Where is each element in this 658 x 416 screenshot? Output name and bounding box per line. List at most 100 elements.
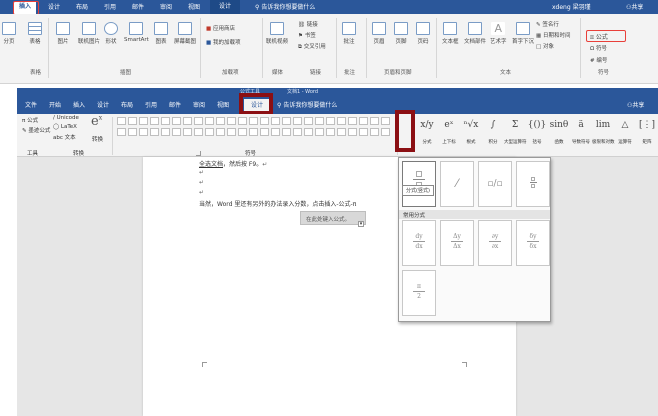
symbol-cell[interactable]: [359, 117, 368, 125]
symbol-cell[interactable]: [227, 117, 236, 125]
share-button[interactable]: ⚇共享: [627, 101, 644, 112]
structure-button[interactable]: x/y 分式: [416, 117, 438, 145]
structure-button[interactable]: ∫ 积分: [482, 117, 504, 145]
symbol-cell[interactable]: [381, 117, 390, 125]
structure-button[interactable]: Σ 大型运算符: [504, 117, 527, 145]
cross-reference-button[interactable]: ⧉ 交叉引用: [298, 42, 326, 51]
symbol-cell[interactable]: [150, 117, 159, 125]
symbol-cell[interactable]: [117, 117, 126, 125]
comment-button[interactable]: 批注: [342, 22, 356, 45]
fraction-small[interactable]: [516, 161, 550, 207]
tab-view[interactable]: 视图: [217, 101, 229, 112]
datetime-button[interactable]: ▦ 日期和时间: [536, 31, 570, 39]
tab-table-design[interactable]: 设计: [210, 0, 240, 14]
tell-me-box[interactable]: ⚲ 告诉我你想要做什么: [255, 3, 315, 14]
equation-placeholder[interactable]: 在此处键入公式。: [300, 211, 366, 225]
structure-button[interactable]: ⁿ√x 根式: [460, 117, 482, 145]
equation-insert-button[interactable]: π 公式: [22, 116, 38, 124]
link-button[interactable]: ⛓ 链接: [298, 20, 318, 28]
tab-review[interactable]: 审阅: [193, 101, 205, 112]
symbol-cell[interactable]: [315, 117, 324, 125]
shapes-button[interactable]: 形状: [104, 22, 118, 45]
symbol-cell[interactable]: [139, 117, 148, 125]
latex-option[interactable]: ◯ LaTeX: [53, 124, 77, 130]
symbol-cell[interactable]: [337, 117, 346, 125]
symbol-cell[interactable]: [293, 128, 302, 136]
symbol-cell[interactable]: [128, 117, 137, 125]
symbol-cell[interactable]: [282, 128, 291, 136]
symbol-cell[interactable]: [348, 117, 357, 125]
symbol-cell[interactable]: [249, 128, 258, 136]
symbol-cell[interactable]: [194, 128, 203, 136]
common-fraction-option[interactable]: Δy Δx: [440, 220, 474, 266]
online-video-button[interactable]: 联机视频: [266, 22, 288, 45]
symbol-cell[interactable]: [238, 117, 247, 125]
symbol-cell[interactable]: [282, 117, 291, 125]
wordart-button[interactable]: A 艺术字: [490, 22, 507, 45]
pages-button[interactable]: 分页: [2, 22, 16, 45]
share-button[interactable]: ⚇共享: [626, 3, 643, 14]
online-picture-button[interactable]: 联机图片: [78, 22, 100, 45]
symbol-cell[interactable]: [370, 128, 379, 136]
symbol-cell[interactable]: [205, 117, 214, 125]
tab-file[interactable]: 文件: [25, 101, 37, 112]
symbol-cell[interactable]: [260, 128, 269, 136]
header-button[interactable]: 页眉: [372, 22, 386, 45]
signature-line-button[interactable]: ✎ 签名行: [536, 20, 559, 28]
screenshot-button[interactable]: 屏幕截图: [174, 22, 196, 45]
symbol-cell[interactable]: [315, 128, 324, 136]
footer-button[interactable]: 页脚: [394, 22, 408, 45]
my-addins-button[interactable]: ■ 我的加载项: [206, 38, 240, 46]
structure-button[interactable]: {()} 括号: [526, 117, 548, 145]
symbol-cell[interactable]: [271, 117, 280, 125]
symbol-cell[interactable]: [172, 117, 181, 125]
bookmark-button[interactable]: ⚑ 书签: [298, 31, 316, 39]
common-fraction-option[interactable]: π2: [402, 270, 436, 316]
object-button[interactable]: □ 对象: [536, 42, 554, 50]
structure-button[interactable]: △ 运算符: [614, 117, 636, 145]
tab-layout[interactable]: 布局: [121, 101, 133, 112]
normal-text-option[interactable]: abc 文本: [53, 133, 76, 141]
structure-button[interactable]: ä 导数符号: [570, 117, 592, 145]
structure-button[interactable]: lim 极限和对数: [592, 117, 615, 145]
symbol-cell[interactable]: [260, 117, 269, 125]
symbol-cell[interactable]: [139, 128, 148, 136]
tab-references[interactable]: 引用: [104, 3, 116, 14]
smartart-button[interactable]: SmartArt: [124, 22, 149, 43]
symbol-cell[interactable]: [348, 128, 357, 136]
symbol-cell[interactable]: [161, 128, 170, 136]
chart-button[interactable]: 图表: [154, 22, 168, 45]
common-fraction-option[interactable]: δy δx: [516, 220, 550, 266]
table-button[interactable]: 表格: [28, 22, 42, 45]
unicode-option[interactable]: / Unicode: [53, 115, 79, 121]
common-fraction-option[interactable]: ∂y ∂x: [478, 220, 512, 266]
tab-mailings[interactable]: 邮件: [169, 101, 181, 112]
symbol-cell[interactable]: [381, 128, 390, 136]
fraction-stacked[interactable]: [402, 161, 436, 207]
tab-review[interactable]: 审阅: [160, 3, 172, 14]
file-tab-fragment[interactable]: [4, 3, 12, 14]
symbol-cell[interactable]: [238, 128, 247, 136]
picture-button[interactable]: 图片: [56, 22, 70, 45]
symbol-cell[interactable]: [271, 128, 280, 136]
convert-icon[interactable]: ex: [91, 114, 102, 129]
tab-design[interactable]: 设计: [48, 3, 60, 14]
tab-design[interactable]: 设计: [97, 101, 109, 112]
symbol-cell[interactable]: [216, 117, 225, 125]
fraction-linear[interactable]: ▫/▫: [478, 161, 512, 207]
tab-mailings[interactable]: 邮件: [132, 3, 144, 14]
symbol-button[interactable]: Ω 符号: [590, 44, 607, 52]
symbol-cell[interactable]: [359, 128, 368, 136]
symbol-cell[interactable]: [249, 117, 258, 125]
tab-view[interactable]: 视图: [188, 3, 200, 14]
symbol-cell[interactable]: [117, 128, 126, 136]
tell-me-box[interactable]: ⚲ 告诉我你想要做什么: [277, 101, 337, 112]
store-button[interactable]: ■ 应用商店: [206, 24, 235, 32]
symbol-cell[interactable]: [183, 117, 192, 125]
symbol-cell[interactable]: [161, 117, 170, 125]
symbol-cell[interactable]: [293, 117, 302, 125]
symbol-cell[interactable]: [227, 128, 236, 136]
symbol-cell[interactable]: [216, 128, 225, 136]
ink-equation-button[interactable]: ✎ 墨迹公式: [22, 126, 50, 134]
symbol-cell[interactable]: [326, 128, 335, 136]
